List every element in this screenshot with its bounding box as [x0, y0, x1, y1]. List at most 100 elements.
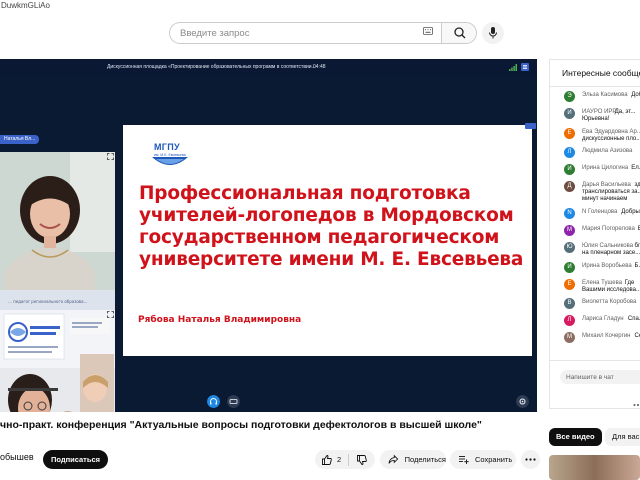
- save-button[interactable]: Сохранить: [450, 450, 516, 469]
- chat-message: Л Лариса ГладунСпа...: [564, 315, 640, 329]
- chat-input-area: [550, 360, 640, 408]
- meeting-title: Дискуссионная площадка «Проектирование о…: [107, 64, 316, 70]
- slide-author: Рябова Наталья Владимировна: [138, 315, 302, 325]
- chat-avatar[interactable]: М: [564, 225, 575, 236]
- meeting-menu-icon: [521, 63, 529, 71]
- subscribe-button[interactable]: Подписаться: [43, 450, 108, 469]
- more-actions-button[interactable]: [521, 450, 540, 469]
- like-dislike-group: 2: [315, 450, 375, 469]
- chat-message: N N Голенцова Добры...: [564, 208, 640, 222]
- chat-avatar[interactable]: N: [564, 208, 575, 219]
- chat-author[interactable]: Эльза Касимова: [582, 92, 628, 98]
- chat-message: В Виолетта Коробова: [564, 298, 640, 312]
- chat-author[interactable]: Елена Тушева: [582, 280, 622, 286]
- chat-message-text: Б...: [634, 262, 640, 269]
- chat-message-text: минут начинаем: [582, 196, 628, 202]
- chat-avatar[interactable]: И: [564, 261, 575, 273]
- chat-message: М Михаил КочергинСе...: [564, 332, 640, 346]
- chat-message: Е Елена Тушева Где Вашими исследова...: [564, 278, 640, 293]
- chat-avatar[interactable]: И: [564, 108, 575, 119]
- chat-message-text: Вашими исследова...: [582, 286, 640, 293]
- share-button[interactable]: Поделиться: [380, 450, 446, 469]
- chat-message-text: здравствуйте! Дан...: [634, 182, 640, 188]
- slide-title-line: государственном педагогическом: [139, 227, 500, 248]
- search-icon: [454, 27, 466, 39]
- like-count: 2: [337, 455, 342, 464]
- dislike-button[interactable]: [356, 454, 368, 466]
- chip-for-you[interactable]: Для вас: [605, 428, 640, 446]
- slide-title: Профессиональная подготовка учителей-лог…: [139, 183, 529, 271]
- chat-author[interactable]: Юлия Сальникова: [582, 243, 633, 249]
- chat-message-text: Спа...: [627, 316, 640, 322]
- chat-author[interactable]: Лариса Гладун: [582, 316, 624, 322]
- chat-author[interactable]: Михаил Кочергин: [582, 333, 631, 339]
- chat-author[interactable]: Виолетта Коробова: [582, 299, 636, 305]
- expand-icon[interactable]: [107, 153, 114, 160]
- chat-mode-label[interactable]: Интересные сообщения: [562, 68, 640, 78]
- recommended-video-thumbnail[interactable]: [549, 455, 640, 480]
- chat-message-text: транслироваться за...: [582, 189, 640, 195]
- headphones-icon[interactable]: [207, 395, 220, 408]
- more-horizontal-icon: [525, 458, 536, 461]
- chat-message: ММария ПогореловаВладимировна!: [564, 225, 640, 239]
- chat-message: Л Людмила Азизова: [564, 147, 640, 161]
- chat-author[interactable]: Ирина Цилогина: [582, 165, 628, 171]
- share-label: Поделиться: [404, 455, 446, 464]
- logo-subtext: им. М.Е. Евсевьева: [154, 153, 186, 157]
- captions-icon[interactable]: [227, 395, 240, 408]
- minimize-slide-button[interactable]: [525, 123, 536, 129]
- participant-webcam: ... педагог регионального образова...: [0, 152, 115, 310]
- chat-message-text: на пленарном засе...: [582, 250, 640, 256]
- share-icon: [388, 454, 399, 464]
- chat-avatar[interactable]: Ю: [564, 242, 575, 253]
- participant-video-frame: ... педагог регионального образова...: [0, 152, 115, 310]
- chat-message: И ИАУРО ИРР Да, эт... Юрьевна!: [564, 108, 640, 122]
- settings-icon[interactable]: [516, 395, 529, 408]
- chat-input[interactable]: [560, 370, 640, 384]
- chat-avatar[interactable]: Л: [564, 147, 575, 158]
- chat-author[interactable]: ИАУРО ИРР: [582, 109, 616, 115]
- chat-author[interactable]: Ирина Воробьева: [582, 263, 632, 269]
- meeting-time: 04:48: [313, 64, 326, 70]
- chat-avatar[interactable]: Е: [564, 127, 575, 139]
- chat-message-text: Да, эт...: [614, 109, 636, 115]
- chat-avatar[interactable]: Э: [564, 91, 575, 102]
- svg-text:... педагог регионального обра: ... педагог регионального образова...: [8, 299, 87, 304]
- chat-header[interactable]: Интересные сообщения: [550, 60, 640, 87]
- chat-avatar[interactable]: И: [564, 164, 575, 175]
- thumbs-up-icon: [322, 454, 332, 465]
- chat-options-icon[interactable]: [633, 401, 640, 408]
- channel-name[interactable]: обышев: [0, 452, 34, 462]
- chat-avatar[interactable]: Д: [564, 181, 575, 192]
- chat-author[interactable]: Дарья Васильева: [582, 182, 631, 188]
- chat-author[interactable]: Людмила Азизова: [582, 148, 632, 154]
- chat-avatar[interactable]: Л: [564, 315, 575, 326]
- voice-search-button[interactable]: [482, 22, 504, 44]
- participant-name-tag: Наталья Вл...: [0, 135, 40, 144]
- chat-message-text: Се...: [634, 333, 640, 339]
- chat-author[interactable]: N Голенцова: [582, 209, 617, 215]
- chat-message: Ю Юлия Сальниковаблагодарит за сооб...на …: [564, 242, 640, 256]
- thumbs-down-icon: [357, 454, 367, 465]
- search-input[interactable]: [170, 23, 441, 44]
- meeting-controls: [0, 391, 537, 412]
- chip-all-videos[interactable]: Все видео: [549, 428, 602, 446]
- chat-message-text: Где: [624, 279, 635, 286]
- search-button[interactable]: [441, 22, 477, 44]
- chat-author[interactable]: Мария Погорелова: [582, 226, 635, 232]
- chat-message-text: Добры...: [621, 209, 640, 215]
- search-box[interactable]: [169, 22, 441, 44]
- chat-avatar[interactable]: Е: [564, 278, 575, 290]
- slide-title-line: университете имени М. Е. Евсевьева: [139, 249, 524, 270]
- slide-title-line: Профессиональная подготовка: [139, 183, 471, 204]
- chat-message: Э Эльза КасимоваДоб...: [564, 91, 640, 105]
- video-player[interactable]: Дискуссионная площадка «Проектирование о…: [0, 59, 537, 412]
- like-button[interactable]: 2: [321, 454, 341, 466]
- keyboard-icon[interactable]: [423, 27, 433, 38]
- chat-message-text: дискуссионные пло...: [582, 135, 640, 142]
- chat-avatar[interactable]: В: [564, 298, 575, 309]
- chat-author[interactable]: Ева Эдуардовна Ар...: [582, 129, 640, 135]
- chat-message-text: Доб...: [631, 92, 640, 98]
- expand-icon-2[interactable]: [107, 311, 114, 318]
- chat-avatar[interactable]: М: [564, 332, 575, 343]
